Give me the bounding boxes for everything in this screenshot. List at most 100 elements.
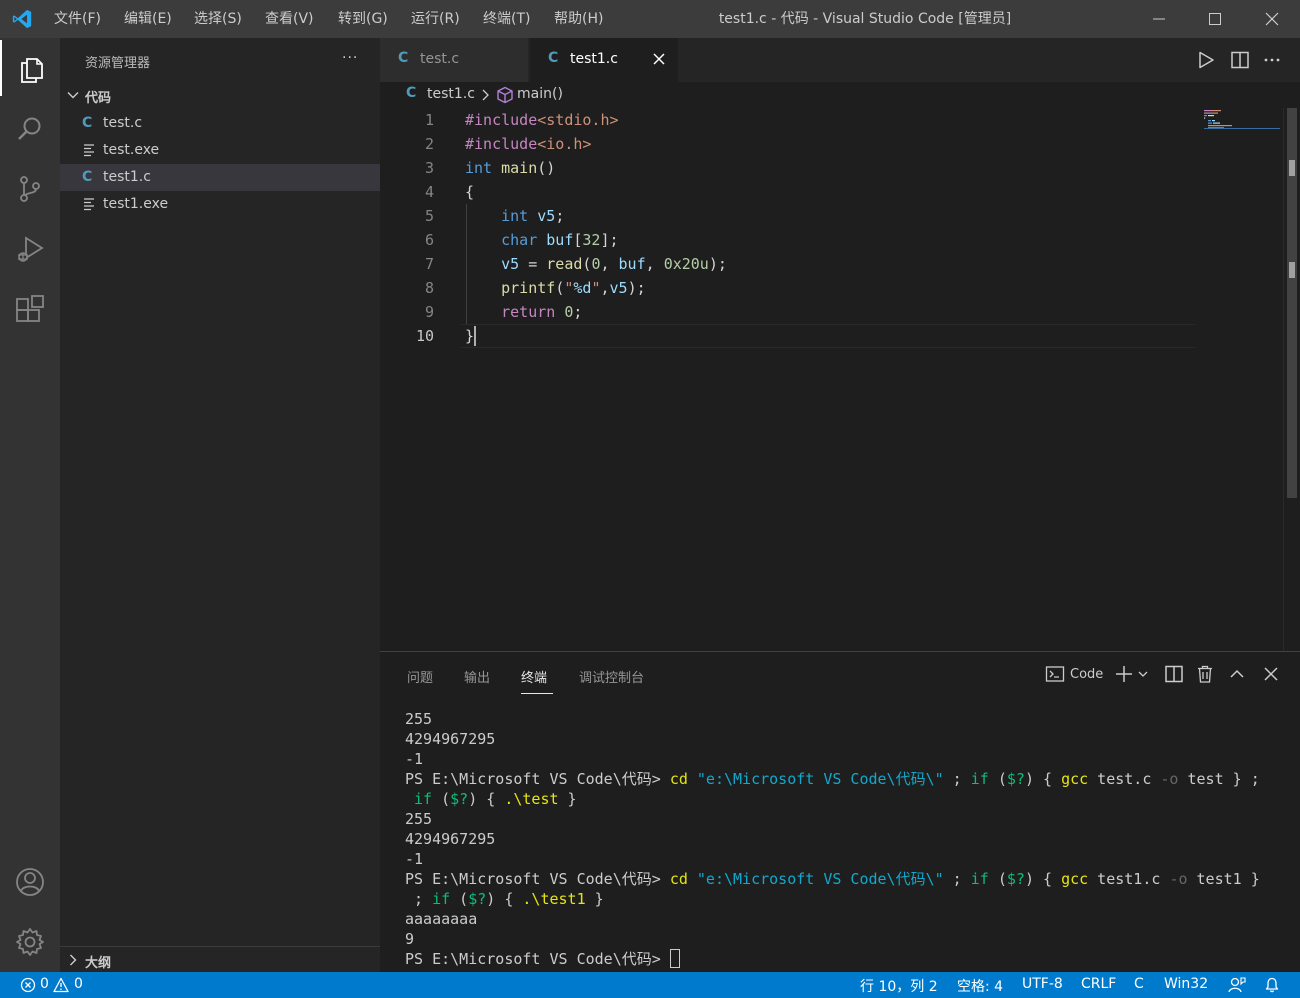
tab-debug-console[interactable]: 调试控制台 xyxy=(579,667,644,686)
settings-gear-icon[interactable] xyxy=(0,913,60,969)
trash-icon[interactable] xyxy=(1196,664,1214,686)
maximize-button[interactable] xyxy=(1192,0,1238,38)
line-code: return 0; xyxy=(501,303,583,321)
terminal-line: PS E:\Microsoft VS Code\代码> cd "e:\Micro… xyxy=(405,870,1260,888)
terminal-line: 9 xyxy=(405,930,415,948)
c-file-icon: C xyxy=(548,50,559,66)
close-panel-icon[interactable] xyxy=(1262,664,1280,686)
breadcrumb: C test1.c main() xyxy=(380,82,1300,108)
warning-count[interactable]: 0 xyxy=(74,976,83,992)
notifications-bell-icon[interactable] xyxy=(1264,977,1280,993)
code-editor[interactable]: 1 #include<stdio.h> 2 #include<io.h> 3 int ma… xyxy=(380,108,1300,651)
code-line: 4{ xyxy=(380,180,1200,204)
scrollbar-marker xyxy=(1289,262,1295,278)
terminal-line: 4294967295 xyxy=(405,830,496,848)
source-control-icon[interactable] xyxy=(0,160,60,216)
terminal-line: if ($?) { .\test } xyxy=(414,790,577,808)
line-number: 3 xyxy=(424,159,434,177)
code-line: 7 v5 = read(0, buf, 0x20u); xyxy=(380,252,1200,276)
line-code: #include<io.h> xyxy=(465,135,592,153)
file-item-test-exe[interactable]: test.exe xyxy=(60,137,380,164)
search-icon[interactable] xyxy=(0,100,60,156)
terminal-line: -1 xyxy=(405,750,424,768)
code-line: 10} xyxy=(380,324,1200,348)
menu-file[interactable]: 文件(F) xyxy=(54,0,101,38)
method-cube-icon xyxy=(496,86,514,104)
error-count[interactable]: 0 xyxy=(40,976,49,992)
terminal-shell-icon[interactable] xyxy=(1045,664,1065,686)
terminal-line: 255 xyxy=(405,810,433,828)
tab-problems[interactable]: 问题 xyxy=(407,667,433,686)
text-cursor xyxy=(474,326,476,346)
c-file-icon: C xyxy=(82,115,93,131)
code-line: 6 char buf[32]; xyxy=(380,228,1200,252)
line-code: } xyxy=(465,327,475,345)
menu-run[interactable]: 运行(R) xyxy=(411,0,460,38)
line-code: char buf[32]; xyxy=(501,231,619,249)
terminal-line: 255 xyxy=(405,710,433,728)
terminal-cursor xyxy=(669,949,680,968)
file-name: test.c xyxy=(103,115,143,131)
minimize-button[interactable] xyxy=(1136,0,1182,38)
breadcrumb-symbol[interactable]: main() xyxy=(517,86,563,102)
tab-label: test.c xyxy=(420,51,460,67)
tab-test-c[interactable]: C test.c xyxy=(380,38,528,82)
vertical-scrollbar[interactable] xyxy=(1283,108,1297,651)
menu-help[interactable]: 帮助(H) xyxy=(554,0,603,38)
tab-terminal[interactable]: 终端 xyxy=(521,667,547,686)
window-title: test1.c - 代码 - Visual Studio Code [管理员] xyxy=(718,11,1012,27)
tab-output[interactable]: 输出 xyxy=(464,667,490,686)
close-tab-icon[interactable] xyxy=(652,52,666,66)
chevron-down-icon xyxy=(66,88,80,102)
menu-view[interactable]: 查看(V) xyxy=(265,0,314,38)
code-line: 8 printf("%d",v5); xyxy=(380,276,1200,300)
file-name: test.exe xyxy=(103,142,160,158)
close-window-button[interactable] xyxy=(1249,0,1295,38)
line-number: 4 xyxy=(424,183,434,201)
minimap-viewport[interactable] xyxy=(1204,108,1280,129)
more-actions-icon[interactable] xyxy=(1262,50,1282,70)
status-bar: 0 0 行 10，列 2 空格: 4 UTF-8 CRLF C Win32 xyxy=(0,972,1300,998)
terminal-output[interactable]: 255 4294967295 -1 PS E:\Microsoft VS Code\代… xyxy=(405,709,1285,969)
terminal-line: ; if ($?) { .\test1 } xyxy=(405,890,604,908)
c-configuration[interactable]: Win32 xyxy=(1164,976,1208,992)
feedback-icon[interactable] xyxy=(1228,977,1246,993)
line-number: 10 xyxy=(415,327,434,345)
indentation[interactable]: 空格: 4 xyxy=(957,976,1003,996)
warning-icon xyxy=(53,977,69,993)
file-item-test1-exe[interactable]: test1.exe xyxy=(60,191,380,218)
chevron-up-icon[interactable] xyxy=(1228,664,1246,686)
menu-go[interactable]: 转到(G) xyxy=(338,0,388,38)
explorer-icon[interactable] xyxy=(0,40,60,96)
extensions-icon[interactable] xyxy=(0,280,60,336)
line-ending[interactable]: CRLF xyxy=(1081,976,1116,992)
code-line: 2 #include<io.h> xyxy=(380,132,1200,156)
cursor-position[interactable]: 行 10，列 2 xyxy=(860,976,938,996)
account-icon[interactable] xyxy=(0,853,60,909)
menu-terminal[interactable]: 终端(T) xyxy=(483,0,530,38)
new-terminal-icon[interactable] xyxy=(1115,664,1133,686)
minimap[interactable] xyxy=(1202,108,1282,651)
run-debug-icon[interactable] xyxy=(0,220,60,276)
terminal-line: -1 xyxy=(405,850,424,868)
active-tab-indicator xyxy=(521,693,553,694)
split-terminal-icon[interactable] xyxy=(1164,664,1184,686)
file-item-test1-c[interactable]: C test1.c xyxy=(60,164,380,191)
file-item-test-c[interactable]: C test.c xyxy=(60,110,380,137)
more-actions-button[interactable]: ··· xyxy=(342,50,358,66)
tab-test1-c[interactable]: C test1.c xyxy=(530,38,678,82)
activity-bar xyxy=(0,38,60,972)
menu-edit[interactable]: 编辑(E) xyxy=(124,0,172,38)
menu-selection[interactable]: 选择(S) xyxy=(194,0,242,38)
terminal-selector[interactable]: Code xyxy=(1070,667,1103,682)
folder-header[interactable]: 代码 xyxy=(60,85,380,107)
chevron-right-icon xyxy=(66,953,80,967)
file-name: test1.c xyxy=(103,169,151,185)
encoding[interactable]: UTF-8 xyxy=(1022,976,1063,992)
language-mode[interactable]: C xyxy=(1134,976,1144,992)
chevron-down-icon[interactable] xyxy=(1137,664,1149,686)
run-code-icon[interactable] xyxy=(1196,50,1216,70)
split-editor-icon[interactable] xyxy=(1230,50,1250,70)
outline-section-header[interactable]: 大纲 xyxy=(60,946,380,972)
breadcrumb-file[interactable]: test1.c xyxy=(427,86,475,102)
